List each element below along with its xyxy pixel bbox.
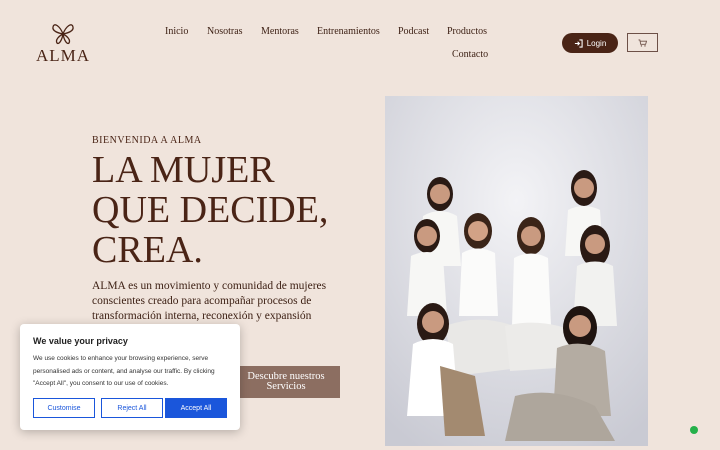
cookie-banner: We value your privacy We use cookies to …: [20, 324, 240, 430]
nav-item-entrenamientos[interactable]: Entrenamientos: [317, 26, 380, 37]
brand-logo[interactable]: ALMA: [33, 22, 93, 66]
services-button-line: Servicios: [266, 381, 306, 392]
nav-item-inicio[interactable]: Inicio: [165, 26, 188, 37]
nav-item-mentoras[interactable]: Mentoras: [261, 26, 299, 37]
login-arrow-icon: [574, 38, 583, 48]
nav-item-podcast[interactable]: Podcast: [398, 26, 429, 37]
cart-button[interactable]: [627, 33, 658, 52]
cart-icon: [638, 38, 647, 47]
chat-icon[interactable]: [690, 426, 698, 434]
accept-all-button[interactable]: Accept All: [165, 398, 227, 418]
butterfly-icon: [52, 24, 74, 45]
cookie-text: We use cookies to enhance your browsing …: [33, 355, 215, 387]
reject-all-button[interactable]: Reject All: [101, 398, 163, 418]
nav-item-productos[interactable]: Productos: [447, 26, 487, 37]
brand-name: ALMA: [35, 46, 91, 65]
cookie-title: We value your privacy: [33, 336, 128, 346]
login-button[interactable]: Login: [562, 33, 618, 53]
headline-line: LA MUJER: [92, 149, 275, 191]
group-of-women-photo: [385, 96, 648, 446]
nav-item-nosotras[interactable]: Nosotras: [207, 26, 243, 37]
hero-headline: LA MUJER QUE DECIDE, CREA.: [92, 150, 352, 270]
login-label: Login: [586, 38, 607, 48]
hero-welcome: BIENVENIDA A ALMA: [92, 135, 202, 146]
customise-button[interactable]: Customise: [33, 398, 95, 418]
nav-item-contacto[interactable]: Contacto: [452, 49, 488, 60]
hero-description: ALMA es un movimiento y comunidad de muj…: [92, 280, 327, 322]
headline-line: QUE DECIDE,: [92, 189, 329, 231]
headline-line: CREA.: [92, 229, 203, 271]
